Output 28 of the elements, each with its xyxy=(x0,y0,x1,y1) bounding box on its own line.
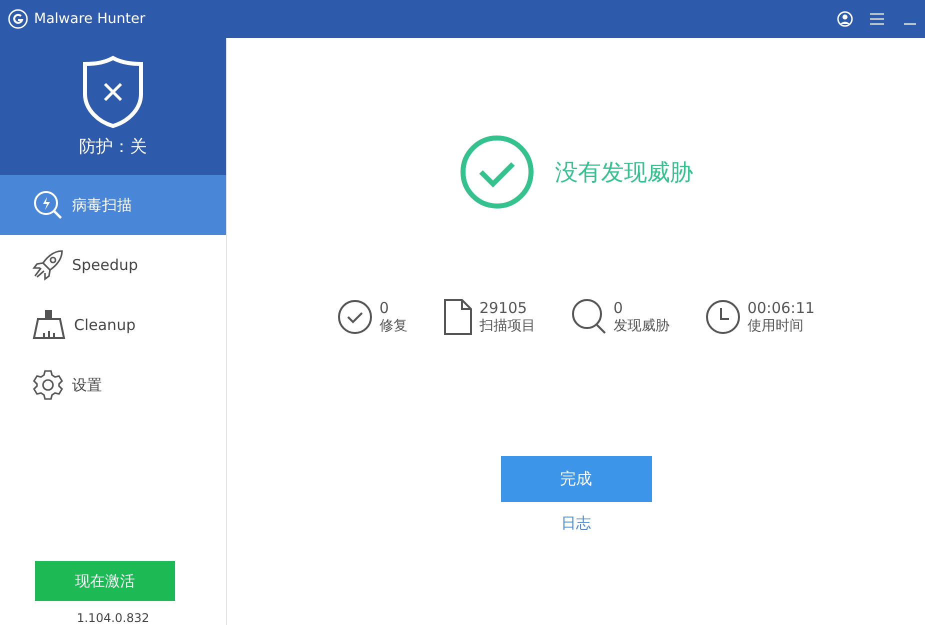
clock-icon xyxy=(705,299,742,335)
done-button[interactable]: 完成 xyxy=(500,456,652,502)
window-title: Malware Hunter xyxy=(34,11,146,27)
stat-label: 使用时间 xyxy=(747,317,804,335)
stat-label: 修复 xyxy=(379,317,408,335)
protection-status: 防护：关 xyxy=(79,136,147,158)
gear-icon xyxy=(32,369,64,401)
rocket-icon xyxy=(32,249,64,281)
broom-icon xyxy=(32,309,66,341)
user-icon[interactable] xyxy=(837,11,853,27)
stat-value: 00:06:11 xyxy=(747,299,815,317)
check-circle-icon xyxy=(337,299,374,335)
sidebar-item[interactable]: 病毒扫描 xyxy=(0,175,226,235)
document-icon xyxy=(443,298,474,336)
stat-value: 29105 xyxy=(479,299,528,317)
menu-icon[interactable] xyxy=(869,12,885,26)
lightning-search-icon xyxy=(32,189,64,221)
stat-value: 0 xyxy=(613,299,624,317)
stat-label: 发现威胁 xyxy=(613,317,670,335)
stat-value: 0 xyxy=(379,299,390,317)
log-link[interactable]: 日志 xyxy=(561,514,591,533)
result-message: 没有发现威胁 xyxy=(555,158,693,188)
search-icon xyxy=(571,298,608,336)
check-circle-icon xyxy=(459,134,535,210)
stat-label: 扫描项目 xyxy=(479,317,536,335)
activate-button[interactable]: 现在激活 xyxy=(35,561,175,601)
version-text: 1.104.0.832 xyxy=(76,611,150,625)
logo-icon xyxy=(8,9,28,29)
